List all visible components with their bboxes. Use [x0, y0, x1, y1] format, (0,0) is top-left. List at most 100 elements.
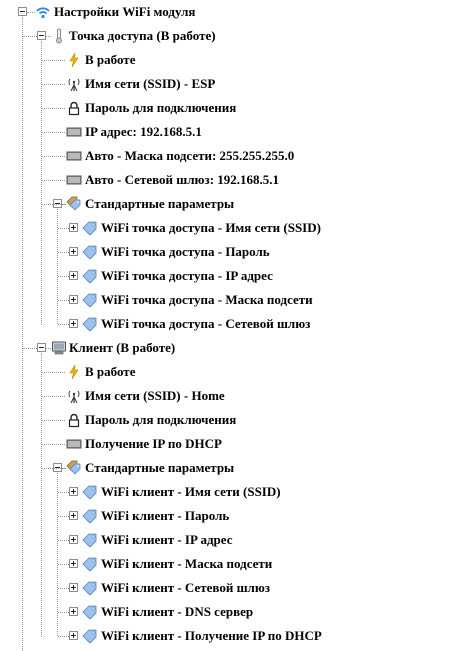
tag-icon [82, 316, 98, 332]
tree-connector-line [58, 612, 69, 613]
lock-icon [66, 100, 82, 116]
tree-connector-line [42, 132, 65, 133]
tree-item-label: WiFi клиент - IP адрес [101, 532, 233, 547]
tree-connector-line [23, 348, 37, 349]
tag-icon [82, 532, 98, 548]
tag-icon [82, 604, 98, 620]
tag-icon [82, 556, 98, 572]
tree-connector-line [42, 60, 65, 61]
memory-icon [66, 172, 82, 188]
expand-toggle-icon[interactable] [69, 271, 78, 280]
expand-toggle-icon[interactable] [69, 295, 78, 304]
tree-row-r1[interactable]: Точка доступа (В работе) [0, 24, 452, 48]
tag-icon [82, 220, 98, 236]
tree-item-label: WiFi точка доступа - Сетевой шлюз [101, 316, 311, 331]
collapse-toggle-icon[interactable] [37, 343, 46, 352]
tree-row-r17[interactable]: Пароль для подключения [0, 408, 452, 432]
tree-item-label: Стандартные параметры [85, 460, 235, 475]
lightning-icon [66, 52, 82, 68]
tree-row-r0[interactable]: Настройки WiFi модуля [0, 0, 452, 24]
expand-toggle-icon[interactable] [69, 583, 78, 592]
antenna-icon [66, 388, 82, 404]
tree-row-r15[interactable]: В работе [0, 360, 452, 384]
tree-connector-line [22, 17, 23, 651]
expand-toggle-icon[interactable] [69, 535, 78, 544]
tree-connector-line [42, 84, 65, 85]
tree-row-r18[interactable]: Получение IP по DHCP [0, 432, 452, 456]
tree-item-label: Имя сети (SSID) - Home [85, 388, 225, 403]
tags-icon [66, 196, 82, 212]
expand-toggle-icon[interactable] [69, 511, 78, 520]
tree-item-label: Пароль для подключения [85, 412, 237, 427]
tag-icon [82, 628, 98, 644]
tree-connector-line [62, 204, 66, 205]
tree-item-label: Стандартные параметры [85, 196, 235, 211]
tree-connector-line [46, 36, 51, 37]
tree-item-label: В работе [85, 364, 136, 379]
thermometer-icon [51, 28, 67, 44]
expand-toggle-icon[interactable] [69, 247, 78, 256]
tree-connector-line [42, 396, 65, 397]
tree-row-r2[interactable]: В работе [0, 48, 452, 72]
tree-item-label: WiFi клиент - DNS сервер [101, 604, 254, 619]
expand-toggle-icon[interactable] [69, 487, 78, 496]
tree-connector-line [58, 636, 69, 637]
tree-item-label: WiFi клиент - Получение IP по DHCP [101, 628, 322, 643]
tree-connector-line [58, 540, 69, 541]
collapse-toggle-icon[interactable] [37, 31, 46, 40]
expand-toggle-icon[interactable] [69, 319, 78, 328]
tree-row-r6[interactable]: Авто - Маска подсети: 255.255.255.0 [0, 144, 452, 168]
tree-row-r19[interactable]: Стандартные параметры [0, 456, 452, 480]
tree-row-r4[interactable]: Пароль для подключения [0, 96, 452, 120]
expand-toggle-icon[interactable] [69, 559, 78, 568]
memory-icon [66, 124, 82, 140]
tree-connector-line [42, 156, 65, 157]
tag-icon [82, 508, 98, 524]
tree-item-label: WiFi точка доступа - Пароль [101, 244, 270, 259]
tree-connector-line [58, 492, 69, 493]
memory-icon [66, 436, 82, 452]
tree-item-label: Клиент (В работе) [69, 340, 176, 355]
lightning-icon [66, 364, 82, 380]
tag-icon [82, 268, 98, 284]
tree-connector-line [58, 588, 69, 589]
tree-connector-line [58, 276, 69, 277]
tree-connector-line [42, 372, 65, 373]
tree-connector-line [58, 324, 69, 325]
tree-item-label: WiFi клиент - Пароль [101, 508, 230, 523]
tree-item-label: В работе [85, 52, 136, 67]
tags-icon [66, 460, 82, 476]
tree-item-label: Настройки WiFi модуля [54, 4, 196, 19]
tree-row-r8[interactable]: Стандартные параметры [0, 192, 452, 216]
tree-item-label: Имя сети (SSID) - ESP [85, 76, 216, 91]
tree-connector-line [42, 444, 65, 445]
tree-connector-line [62, 468, 66, 469]
collapse-toggle-icon[interactable] [18, 7, 27, 16]
tree-connector-line [46, 348, 51, 349]
tree-connector-line [58, 252, 69, 253]
tree-item-label: WiFi точка доступа - Маска подсети [101, 292, 313, 307]
wifi-icon [35, 4, 51, 20]
expand-toggle-icon[interactable] [69, 607, 78, 616]
tree-row-r14[interactable]: Клиент (В работе) [0, 336, 452, 360]
expand-toggle-icon[interactable] [69, 631, 78, 640]
tree-item-label: Авто - Маска подсети: 255.255.255.0 [85, 148, 295, 163]
tree-row-r3[interactable]: Имя сети (SSID) - ESP [0, 72, 452, 96]
tree-item-label: WiFi клиент - Сетевой шлюз [101, 580, 270, 595]
computer-icon [51, 340, 67, 356]
expand-toggle-icon[interactable] [69, 223, 78, 232]
tree-connector-line [58, 564, 69, 565]
tag-icon [82, 292, 98, 308]
memory-icon [66, 148, 82, 164]
tree-connector-line [42, 420, 65, 421]
tree-row-r16[interactable]: Имя сети (SSID) - Home [0, 384, 452, 408]
settings-tree: Настройки WiFi модуля Точка доступа (В ра… [0, 0, 452, 651]
tree-item-label: WiFi клиент - Маска подсети [101, 556, 273, 571]
tree-item-label: Авто - Сетевой шлюз: 192.168.5.1 [85, 172, 280, 187]
tree-connector-line [57, 209, 58, 324]
tag-icon [82, 244, 98, 260]
lock-icon [66, 412, 82, 428]
tree-row-r7[interactable]: Авто - Сетевой шлюз: 192.168.5.1 [0, 168, 452, 192]
tree-item-label: WiFi клиент - Имя сети (SSID) [101, 484, 281, 499]
tree-row-r5[interactable]: IP адрес: 192.168.5.1 [0, 120, 452, 144]
